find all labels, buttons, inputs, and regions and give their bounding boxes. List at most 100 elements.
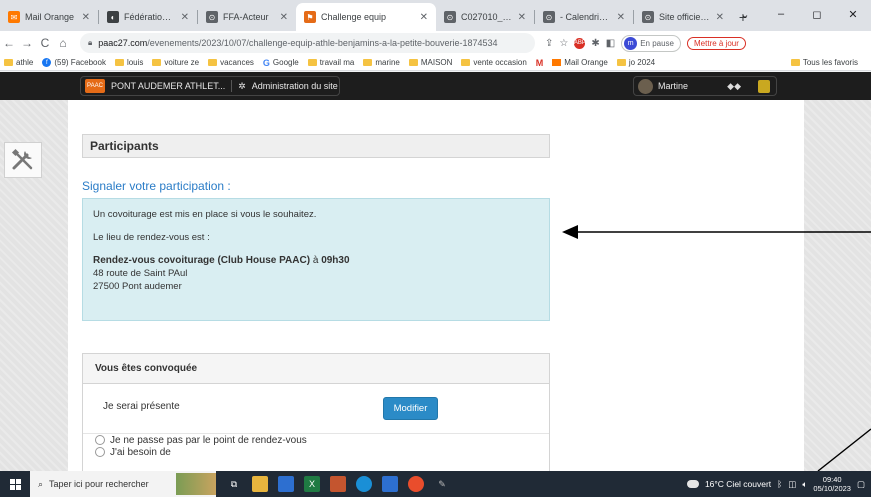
tab-close-icon[interactable]: ✕	[420, 12, 428, 23]
bookmark-item[interactable]: vacances	[208, 58, 254, 67]
tab-title: C027010_ADM F	[461, 12, 513, 22]
bookmark-item[interactable]: vente occasion	[461, 58, 527, 67]
tab-close-icon[interactable]: ✕	[518, 12, 526, 23]
bookmark-star-icon[interactable]: ☆	[559, 38, 568, 49]
bookmark-item[interactable]: f (59) Facebook	[42, 58, 106, 67]
update-button[interactable]: Mettre à jour	[687, 36, 746, 50]
bookmark-label: Google	[272, 58, 299, 67]
bookmark-item[interactable]: Mail Orange	[552, 58, 608, 67]
bookmark-item[interactable]: marine	[363, 58, 400, 67]
search-highlight-image	[176, 473, 216, 495]
file-explorer-icon[interactable]	[252, 476, 268, 492]
tools-panel-button[interactable]	[4, 142, 42, 178]
bookmark-item[interactable]: M	[536, 58, 544, 68]
taskbar-search[interactable]: ⌕ Taper ici pour rechercher	[30, 471, 216, 497]
clock[interactable]: 09:40 05/10/2023	[813, 475, 851, 493]
modify-button[interactable]: Modifier	[383, 397, 438, 420]
chat-icon[interactable]: ◆◆	[727, 81, 741, 92]
user-menu[interactable]: Martine ◆◆	[633, 76, 777, 96]
all-bookmarks-button[interactable]: Tous les favoris	[790, 58, 858, 67]
edge-icon[interactable]	[356, 476, 372, 492]
app-icon[interactable]	[330, 476, 346, 492]
photos-icon[interactable]	[382, 476, 398, 492]
back-arrow-icon[interactable]: ←	[0, 36, 18, 50]
folder-icon	[114, 59, 124, 66]
paac-icon: ⚑	[304, 11, 316, 23]
notification-center-icon[interactable]: ▢	[857, 479, 865, 490]
tab-close-icon[interactable]: ✕	[181, 12, 189, 23]
bookmark-item[interactable]: voiture ze	[152, 58, 199, 67]
bookmark-label: travail ma	[319, 58, 355, 67]
lock-icon[interactable]: 🔒︎	[88, 38, 92, 48]
minimize-button[interactable]: –	[763, 8, 799, 20]
windows-start-button[interactable]	[0, 471, 30, 497]
tab-close-icon[interactable]: ✕	[82, 12, 90, 23]
store-icon[interactable]	[278, 476, 294, 492]
radio-button[interactable]	[95, 435, 105, 445]
tab-title: Fédération Franç	[124, 12, 176, 22]
admin-link[interactable]: Administration du site	[252, 81, 338, 91]
option-label: Je ne passe pas par le point de rendez-v…	[110, 434, 307, 446]
radio-button[interactable]	[95, 447, 105, 457]
bookmark-item[interactable]: louis	[114, 58, 143, 67]
info-line: Le lieu de rendez-vous est :	[93, 232, 210, 243]
browser-tab[interactable]: ✉ Mail Orange ✕	[0, 3, 98, 31]
network-icon[interactable]: ◫	[788, 479, 796, 490]
browser-tab[interactable]: ⊙ C027010_ADM F ✕	[436, 3, 534, 31]
folder-icon	[307, 59, 317, 66]
divider	[231, 80, 233, 92]
weather-text[interactable]: 16°C Ciel couvert	[705, 479, 771, 489]
reload-icon[interactable]: C	[36, 36, 54, 50]
date: 05/10/2023	[813, 484, 851, 493]
sidepanel-icon[interactable]: ◧	[606, 38, 615, 49]
profile-button[interactable]: m En pause	[621, 34, 682, 52]
site-menu[interactable]: PAAC PONT AUDEMER ATHLET... ✲ Administra…	[80, 76, 340, 96]
profile-avatar: m	[624, 36, 638, 50]
carpool-option[interactable]: Je ne passe pas par le point de rendez-v…	[95, 434, 549, 446]
tab-close-icon[interactable]: ✕	[617, 12, 625, 23]
bookmark-item[interactable]: G Google	[263, 58, 299, 68]
tab-search-dropdown-icon[interactable]: ⌄	[727, 8, 763, 21]
bookmark-item[interactable]: MAISON	[408, 58, 452, 67]
tab-close-icon[interactable]: ✕	[280, 12, 288, 23]
folder-icon	[4, 59, 13, 66]
browser-tab[interactable]: ⊙ FFA-Acteur ✕	[198, 3, 296, 31]
carpool-option[interactable]: J'ai besoin de	[95, 446, 549, 458]
forward-arrow-icon[interactable]: →	[18, 36, 36, 50]
site-name: PONT AUDEMER ATHLET...	[111, 81, 226, 91]
bookmark-label: jo 2024	[628, 58, 656, 67]
adblock-icon[interactable]: ABP	[574, 37, 586, 49]
browser-tab[interactable]: ⊙ - Calendrier Régi ✕	[535, 3, 633, 31]
bookmark-item[interactable]: travail ma	[307, 58, 355, 67]
share-icon[interactable]: ⇪	[545, 38, 553, 49]
notifications-icon[interactable]	[758, 79, 770, 93]
bookmark-label: marine	[375, 58, 400, 67]
excel-icon[interactable]: X	[304, 476, 320, 492]
browser-tab[interactable]: ◐ Fédération Franç ✕	[99, 3, 197, 31]
tab-close-icon[interactable]: ✕	[716, 12, 724, 23]
bluetooth-icon[interactable]: ᛒ	[777, 479, 782, 489]
task-view-icon[interactable]: ⧉	[226, 476, 242, 492]
browser-tab[interactable]: ⊙ Site officiel de la ✕	[634, 3, 732, 31]
user-avatar	[638, 78, 653, 94]
bookmark-item[interactable]: jo 2024	[616, 58, 656, 67]
mail-orange-icon	[552, 59, 562, 66]
close-window-button[interactable]: ✕	[835, 8, 871, 21]
bookmark-item[interactable]: athle	[4, 58, 33, 67]
bookmark-label: Tous les favoris	[802, 58, 858, 67]
folder-icon	[363, 59, 373, 66]
home-icon[interactable]: ⌂	[54, 36, 72, 50]
volume-icon[interactable]: 🔈︎	[802, 479, 807, 490]
search-icon: ⌕	[38, 478, 44, 489]
maximize-button[interactable]: ◻	[799, 8, 835, 21]
browser-tab[interactable]: ⚑ Challenge equip ✕	[296, 3, 436, 31]
folder-icon	[208, 59, 218, 66]
windows-taskbar: ⌕ Taper ici pour rechercher ⧉ X ✎ 16°C C…	[0, 471, 871, 497]
option-label: J'ai besoin de	[110, 446, 171, 458]
paint-icon[interactable]: ✎	[434, 476, 450, 492]
tab-title: FFA-Acteur	[223, 12, 269, 22]
chrome-icon[interactable]	[408, 476, 424, 492]
extensions-icon[interactable]: ✱	[591, 38, 599, 49]
address-bar[interactable]: 🔒︎ paac27.com/evenements/2023/10/07/chal…	[80, 33, 535, 53]
signal-participation-link[interactable]: Signaler votre participation :	[82, 179, 231, 193]
